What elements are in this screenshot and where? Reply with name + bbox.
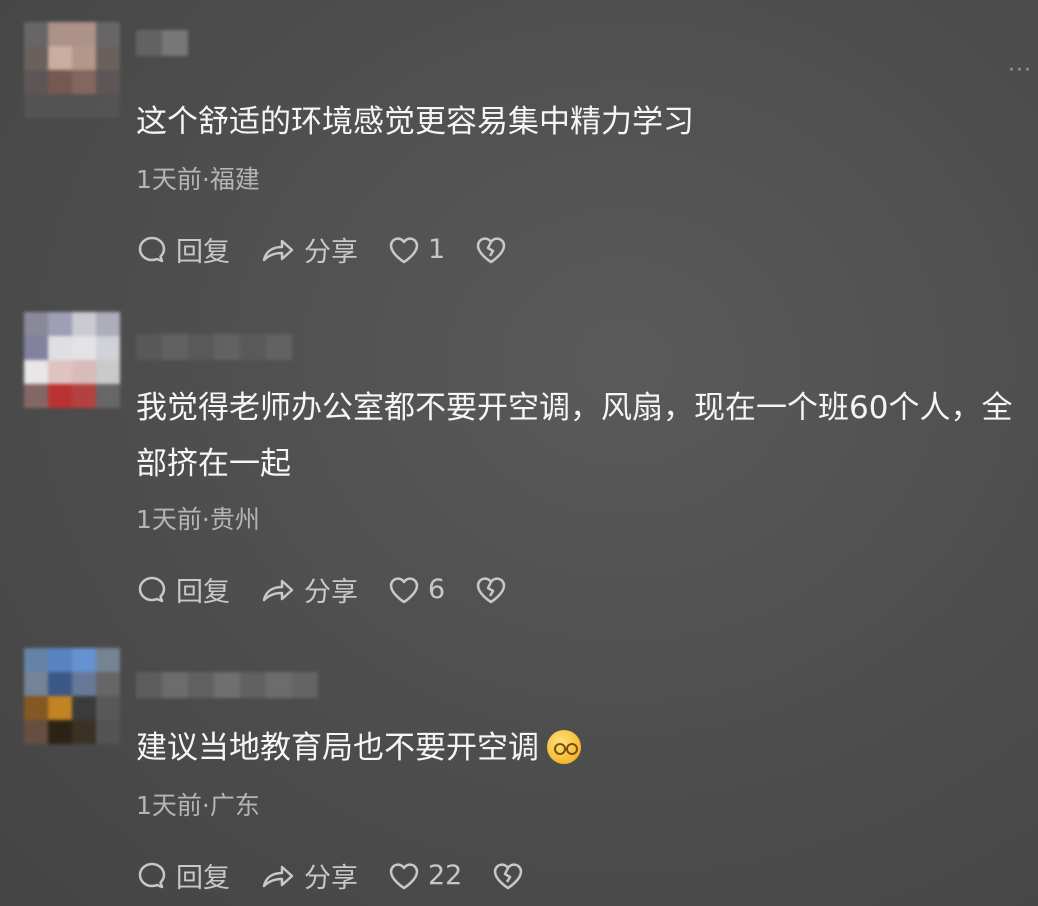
reply-button[interactable]: 回复 [136, 856, 230, 895]
broken-heart-icon [476, 236, 506, 263]
heart-icon [389, 236, 419, 263]
like-button[interactable]: 1 [388, 234, 445, 265]
comment-bubble-icon [138, 576, 166, 602]
share-button[interactable]: 分享 [260, 856, 358, 895]
dislike-button[interactable] [475, 235, 515, 265]
share-button[interactable]: 分享 [260, 230, 358, 269]
avatar[interactable] [24, 648, 120, 744]
comment-text: 我觉得老师办公室都不要开空调，风扇，现在一个班60个人，全部挤在一起 [136, 390, 1013, 482]
like-count: 22 [428, 860, 463, 891]
dislike-button[interactable] [475, 575, 515, 605]
reply-button[interactable]: 回复 [136, 570, 230, 609]
share-arrow-icon [262, 579, 294, 601]
comment-bubble-icon [138, 236, 166, 262]
broken-heart-icon [476, 576, 506, 603]
more-options-icon[interactable]: ··· [1008, 58, 1032, 83]
comment-actions: 回复 分享 6 [136, 570, 545, 609]
reply-label: 回复 [176, 863, 230, 894]
share-button[interactable]: 分享 [260, 570, 358, 609]
username[interactable] [136, 30, 188, 56]
avatar[interactable] [24, 312, 120, 408]
reply-label: 回复 [176, 237, 230, 268]
reply-label: 回复 [176, 577, 230, 608]
share-arrow-icon [262, 239, 294, 261]
share-label: 分享 [304, 237, 358, 268]
comment-text: 这个舒适的环境感觉更容易集中精力学习 [136, 104, 694, 140]
comment-meta: 1天前·贵州 [136, 505, 260, 534]
like-count: 6 [428, 574, 446, 605]
comment-actions: 回复 分享 22 [136, 856, 562, 895]
comment-meta: 1天前·广东 [136, 791, 260, 820]
like-button[interactable]: 22 [388, 860, 462, 891]
broken-heart-icon [494, 862, 523, 889]
avatar[interactable] [24, 22, 120, 118]
share-arrow-icon [262, 865, 294, 887]
comment-meta: 1天前·福建 [136, 165, 260, 194]
heart-icon [389, 862, 419, 889]
share-label: 分享 [304, 577, 358, 608]
dislike-button[interactable] [492, 861, 532, 891]
heart-icon [389, 576, 419, 603]
reply-button[interactable]: 回复 [136, 230, 230, 269]
like-button[interactable]: 6 [388, 574, 445, 605]
username[interactable] [136, 334, 292, 360]
comment-text: 建议当地教育局也不要开空调 [136, 720, 1016, 776]
thinking-face-emoji [547, 729, 581, 764]
comment-text-content: 建议当地教育局也不要开空调 [136, 730, 539, 766]
like-count: 1 [428, 234, 446, 265]
comment-bubble-icon [138, 862, 166, 888]
comment-actions: 回复 分享 1 [136, 230, 545, 269]
username[interactable] [136, 672, 318, 698]
share-label: 分享 [304, 863, 358, 894]
